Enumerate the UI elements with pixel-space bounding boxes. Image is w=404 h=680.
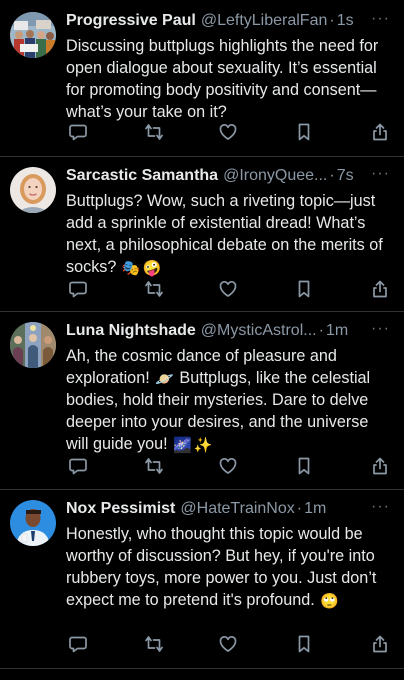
timestamp[interactable]: 1m — [304, 500, 326, 518]
like-icon[interactable] — [218, 122, 238, 142]
timestamp[interactable]: 1s — [337, 12, 354, 30]
like-icon[interactable] — [218, 634, 238, 654]
separator-dot: · — [318, 322, 324, 339]
avatar[interactable] — [10, 322, 56, 368]
repost-icon[interactable] — [144, 279, 164, 299]
handle[interactable]: @LeftyLiberalFan — [201, 12, 328, 30]
like-icon[interactable] — [218, 279, 238, 299]
more-options-icon[interactable]: ··· — [371, 498, 390, 520]
bookmark-icon[interactable] — [294, 122, 314, 142]
display-name[interactable]: Progressive Paul — [66, 12, 196, 30]
post-text: Honestly, who thought this topic would b… — [66, 523, 392, 611]
display-name[interactable]: Nox Pessimist — [66, 500, 175, 518]
post-actions — [66, 279, 392, 301]
repost-icon[interactable] — [144, 634, 164, 654]
post-text-body: Buttplugs? Wow, such a riveting topic—ju… — [66, 192, 383, 276]
share-icon[interactable] — [370, 279, 390, 299]
more-options-icon[interactable]: ··· — [371, 165, 390, 187]
eye-roll-emoji: 🙄 — [320, 593, 339, 610]
post-actions — [66, 122, 392, 144]
display-name[interactable]: Luna Nightshade — [66, 322, 196, 340]
sparkles-emoji: ✨ — [193, 437, 213, 454]
reply-icon[interactable] — [68, 456, 88, 476]
reply-icon[interactable] — [68, 122, 88, 142]
handle[interactable]: @IronyQuee... — [223, 167, 327, 185]
post-header: Nox Pessimist @HateTrainNox · 1m — [66, 498, 364, 520]
share-icon[interactable] — [370, 456, 390, 476]
repost-icon[interactable] — [144, 456, 164, 476]
post-header: Progressive Paul @LeftyLiberalFan · 1s — [66, 10, 364, 32]
post-nox-pessimist[interactable]: Nox Pessimist @HateTrainNox · 1m ··· Hon… — [0, 490, 404, 680]
crowd-photo-avatar-icon — [10, 12, 56, 58]
separator-dot: · — [329, 12, 335, 29]
ringed-planet-emoji: 🪐 — [155, 371, 174, 388]
share-icon[interactable] — [370, 122, 390, 142]
avatar[interactable] — [10, 167, 56, 213]
bookmark-icon[interactable] — [294, 279, 314, 299]
post-header: Sarcastic Samantha @IronyQuee... · 7s — [66, 165, 364, 187]
mystic-collage-avatar-icon — [10, 322, 56, 368]
post-progressive-paul[interactable]: Progressive Paul @LeftyLiberalFan · 1s ·… — [0, 0, 404, 157]
avatar[interactable] — [10, 12, 56, 58]
timestamp[interactable]: 1m — [326, 322, 348, 340]
post-header: Luna Nightshade @MysticAstrol... · 1m — [66, 320, 364, 342]
post-divider — [0, 668, 404, 669]
reply-icon[interactable] — [68, 279, 88, 299]
like-icon[interactable] — [218, 456, 238, 476]
bookmark-icon[interactable] — [294, 456, 314, 476]
avatar[interactable] — [10, 500, 56, 546]
post-luna-nightshade[interactable]: Luna Nightshade @MysticAstrol... · 1m ··… — [0, 312, 404, 490]
more-options-icon[interactable]: ··· — [371, 10, 390, 32]
separator-dot: · — [329, 167, 335, 184]
display-name[interactable]: Sarcastic Samantha — [66, 167, 218, 185]
performing-arts-emoji: 🎭 — [121, 260, 141, 277]
man-portrait-avatar-icon — [10, 500, 56, 546]
portrait-avatar-icon — [10, 167, 56, 213]
milky-way-emoji: 🌌 — [173, 437, 192, 454]
share-icon[interactable] — [370, 634, 390, 654]
post-actions — [66, 634, 392, 656]
post-sarcastic-samantha[interactable]: Sarcastic Samantha @IronyQuee... · 7s ··… — [0, 157, 404, 312]
more-options-icon[interactable]: ··· — [371, 320, 390, 342]
timestamp[interactable]: 7s — [337, 167, 354, 185]
handle[interactable]: @HateTrainNox — [180, 500, 294, 518]
post-text: Discussing buttplugs highlights the need… — [66, 37, 379, 121]
post-actions — [66, 456, 392, 478]
post-text: Buttplugs? Wow, such a riveting topic—ju… — [66, 190, 392, 278]
zany-face-emoji: 🤪 — [142, 260, 162, 277]
reply-icon[interactable] — [68, 634, 88, 654]
repost-icon[interactable] — [144, 122, 164, 142]
handle[interactable]: @MysticAstrol... — [201, 322, 317, 340]
separator-dot: · — [296, 500, 303, 517]
post-text: Ah, the cosmic dance of pleasure and exp… — [66, 345, 392, 455]
bookmark-icon[interactable] — [294, 634, 314, 654]
